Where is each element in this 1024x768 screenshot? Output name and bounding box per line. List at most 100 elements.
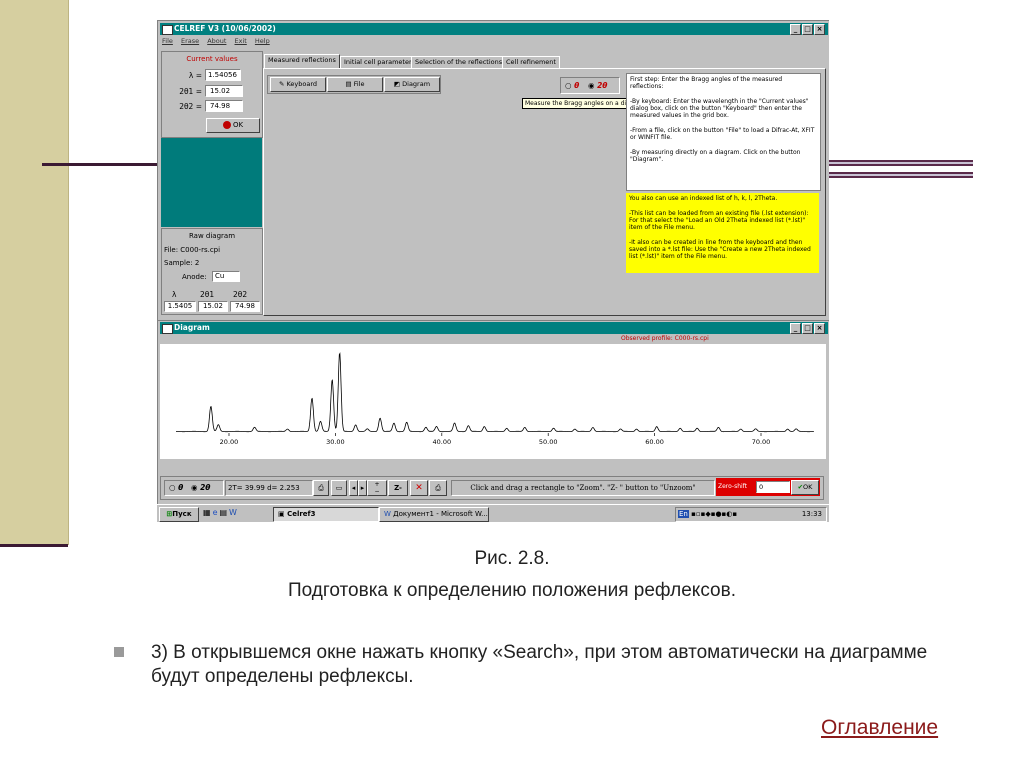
diagram-button[interactable]: ◩ Diagram <box>384 77 440 92</box>
decor-line-left <box>42 163 157 166</box>
menu-exit[interactable]: Exit <box>235 37 247 45</box>
celref-task-icon: ▣ <box>278 510 288 518</box>
tab-initial-cell[interactable]: Initial cell parameters <box>340 56 420 68</box>
diagram-radio-two-theta-label: 2θ <box>200 483 211 492</box>
arrow-left-icon[interactable]: ◂ <box>349 480 358 496</box>
diagram-radio-theta-label: θ <box>178 483 184 492</box>
explorer-icon[interactable]: ▤ <box>219 508 229 517</box>
window-title: CELREF V3 (10/06/2002) <box>174 24 276 33</box>
position-readout: 2T= 39.99 d= 2.253 <box>225 480 313 496</box>
x-tick-label-5: 70.00 <box>752 438 771 446</box>
raw-file-label: File: C000-rs.cpi <box>164 246 221 254</box>
anode-label: Anode: <box>182 273 207 281</box>
radio-two-theta-label: 2θ <box>597 81 608 90</box>
diagram-radio-theta[interactable]: ○ <box>169 483 178 492</box>
diffraction-profile <box>176 352 814 433</box>
radio-theta[interactable]: ○ <box>565 81 574 90</box>
source-toolbar: ✎ Keyboard ▤ File ◩ Diagram <box>267 75 441 94</box>
diagram-icon: ◩ <box>393 80 403 88</box>
keyboard-button[interactable]: ✎ Keyboard <box>270 77 326 92</box>
diagram-close-button[interactable]: × <box>814 323 825 334</box>
menu-help[interactable]: Help <box>255 37 270 45</box>
power-icon <box>222 121 231 129</box>
raw-lambda-value: 1.5405 <box>164 301 196 312</box>
zero-shift-label: Zero-shift <box>718 483 748 490</box>
screenshot: CELREF V3 (10/06/2002) _ □ × File Erase … <box>157 20 829 522</box>
anode-input[interactable]: Cu <box>212 271 240 282</box>
indexed-list-note: You also can use an indexed list of h, k… <box>626 193 819 273</box>
open-folder-icon[interactable]: ▭ <box>331 480 347 496</box>
maximize-button[interactable]: □ <box>802 24 813 35</box>
diagram-plot-area[interactable]: 20.00 30.00 40.00 50.00 60.00 70.00 <box>160 344 826 459</box>
print-preview-icon[interactable]: ⎙ <box>313 480 329 496</box>
teal-panel <box>161 138 262 227</box>
raw-2theta1-value: 15.02 <box>198 301 228 312</box>
raw-col-2theta1: 2θ1 <box>200 290 215 299</box>
menu-about[interactable]: About <box>207 37 226 45</box>
slide-side-bar <box>0 0 69 545</box>
two-theta1-input[interactable]: 15.02 <box>205 85 243 97</box>
diagram-app-icon <box>162 324 173 334</box>
lambda-label: λ = <box>188 71 202 80</box>
current-values-header: Current values <box>186 55 238 63</box>
tab-cell-refinement[interactable]: Cell refinement <box>502 56 560 68</box>
figure-caption: Подготовка к определению положения рефле… <box>288 580 736 601</box>
start-button[interactable]: ⊞Пуск <box>159 507 199 522</box>
diagram-maximize-button[interactable]: □ <box>802 323 813 334</box>
diagram-titlebar: Diagram _ □ × <box>160 322 828 334</box>
arrow-right-icon[interactable]: ▸ <box>358 480 367 496</box>
figure-label: Рис. 2.8. <box>474 548 550 569</box>
minimize-button[interactable]: _ <box>790 24 801 35</box>
tab-content: ✎ Keyboard ▤ File ◩ Diagram Measure the … <box>263 68 826 316</box>
x-tick-label-4: 60.00 <box>645 438 664 446</box>
word-icon[interactable]: W <box>229 508 239 517</box>
file-button[interactable]: ▤ File <box>327 77 383 92</box>
unzoom-button[interactable]: Z- <box>388 480 408 496</box>
zero-shift-input[interactable]: 0 <box>756 481 790 493</box>
diagram-ok-button[interactable]: ✔OK <box>791 480 819 495</box>
task-word-document[interactable]: W Документ1 - Microsoft W... <box>379 507 489 522</box>
printer-icon[interactable]: ⎙ <box>429 480 447 496</box>
diagram-title: Diagram <box>174 323 210 332</box>
angle-radio-group: ○ θ ◉ 2θ <box>560 77 620 94</box>
app-icon <box>162 25 173 35</box>
delete-icon[interactable]: ✕ <box>410 480 428 496</box>
current-values-panel: Current values λ = 1.54056 2θ1 = 15.02 2… <box>161 51 263 138</box>
raw-col-2theta2: 2θ2 <box>233 290 248 299</box>
celref-titlebar: CELREF V3 (10/06/2002) _ □ × <box>160 23 828 35</box>
word-task-icon: W <box>384 510 394 518</box>
raw-col-lambda: λ <box>172 290 177 299</box>
vertical-scale-icon[interactable]: + − <box>367 480 387 496</box>
diagram-angle-radio: ○ θ ◉ 2θ <box>164 480 224 496</box>
diagram-radio-two-theta[interactable]: ◉ <box>191 483 200 492</box>
diagram-minimize-button[interactable]: _ <box>790 323 801 334</box>
bullet-marker <box>114 647 124 657</box>
raw-diagram-header: Raw diagram <box>188 232 236 240</box>
celref-window: CELREF V3 (10/06/2002) _ □ × File Erase … <box>157 20 829 322</box>
tab-measured-reflections[interactable]: Measured reflections <box>264 54 340 68</box>
observed-profile-label: Observed profile: C000-rs.cpi <box>621 335 709 342</box>
raw-2theta2-value: 74.98 <box>230 301 260 312</box>
quick-launch: ▦e▤W <box>203 508 239 517</box>
instructions-box: First step: Enter the Bragg angles of th… <box>626 73 821 191</box>
two-theta2-input[interactable]: 74.98 <box>205 100 243 112</box>
desktop-icon[interactable]: ▦ <box>203 508 213 517</box>
bullet-text: 3) В открывшемся окне нажать кнопку «Sea… <box>151 642 928 687</box>
menu-file[interactable]: File <box>162 37 173 45</box>
lambda-input[interactable]: 1.54056 <box>205 69 241 81</box>
radio-two-theta[interactable]: ◉ <box>588 81 597 90</box>
menu-erase[interactable]: Erase <box>181 37 199 45</box>
toc-link[interactable]: Оглавление <box>821 716 938 740</box>
language-indicator[interactable]: En <box>678 510 689 518</box>
radio-theta-label: θ <box>574 81 580 90</box>
tab-selection-reflections[interactable]: Selection of the reflections <box>411 56 507 68</box>
close-button[interactable]: × <box>814 24 825 35</box>
x-tick-label-3: 50.00 <box>539 438 558 446</box>
ok-button[interactable]: OK <box>206 118 260 133</box>
task-celref3[interactable]: ▣ Celref3 <box>273 507 379 522</box>
two-theta2-label: 2θ2 = <box>179 102 202 111</box>
zoom-hint: Click and drag a rectangle to "Zoom". "Z… <box>451 480 715 496</box>
x-tick-label-0: 20.00 <box>220 438 239 446</box>
two-theta1-label: 2θ1 = <box>179 87 202 96</box>
menu-bar: File Erase About Exit Help <box>162 37 276 45</box>
